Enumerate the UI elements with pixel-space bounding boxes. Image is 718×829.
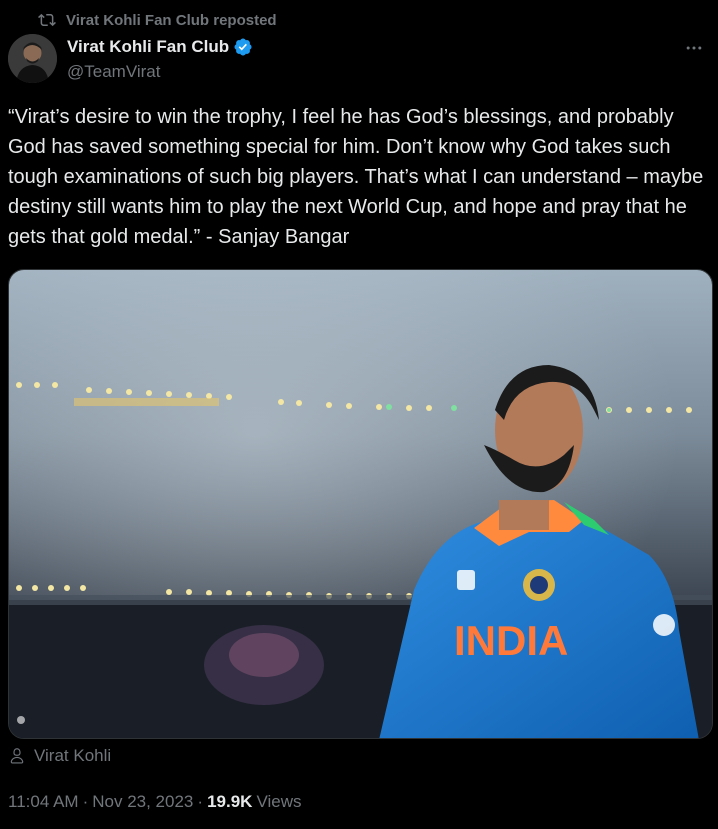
repost-label: Virat Kohli Fan Club reposted (66, 11, 277, 29)
person-icon (10, 748, 24, 764)
tweet-photo[interactable]: INDIA (8, 269, 713, 739)
author-name[interactable]: Virat Kohli Fan Club (67, 37, 229, 57)
separator: · (197, 792, 204, 811)
author-handle[interactable]: @TeamVirat (67, 62, 160, 82)
tagged-user[interactable]: Virat Kohli (8, 746, 111, 766)
tweet-text: “Virat’s desire to win the trophy, I fee… (8, 106, 704, 248)
verified-badge-icon (234, 38, 252, 56)
jersey-text: INDIA (454, 617, 568, 664)
tweet-date[interactable]: Nov 23, 2023 (92, 792, 193, 812)
tweet-meta: 11:04 AM · Nov 23, 2023 · 19.9K Views (8, 792, 301, 812)
tweet-time[interactable]: 11:04 AM (8, 792, 79, 812)
separator: · (82, 792, 89, 811)
tagged-user-name: Virat Kohli (34, 746, 112, 765)
more-icon (686, 46, 702, 50)
views-count[interactable]: 19.9K (207, 792, 252, 812)
repost-icon (38, 13, 56, 27)
more-options-button[interactable] (682, 36, 706, 60)
avatar[interactable] (8, 34, 57, 83)
repost-header[interactable]: Virat Kohli Fan Club reposted (38, 11, 277, 29)
views-label: Views (256, 792, 302, 811)
